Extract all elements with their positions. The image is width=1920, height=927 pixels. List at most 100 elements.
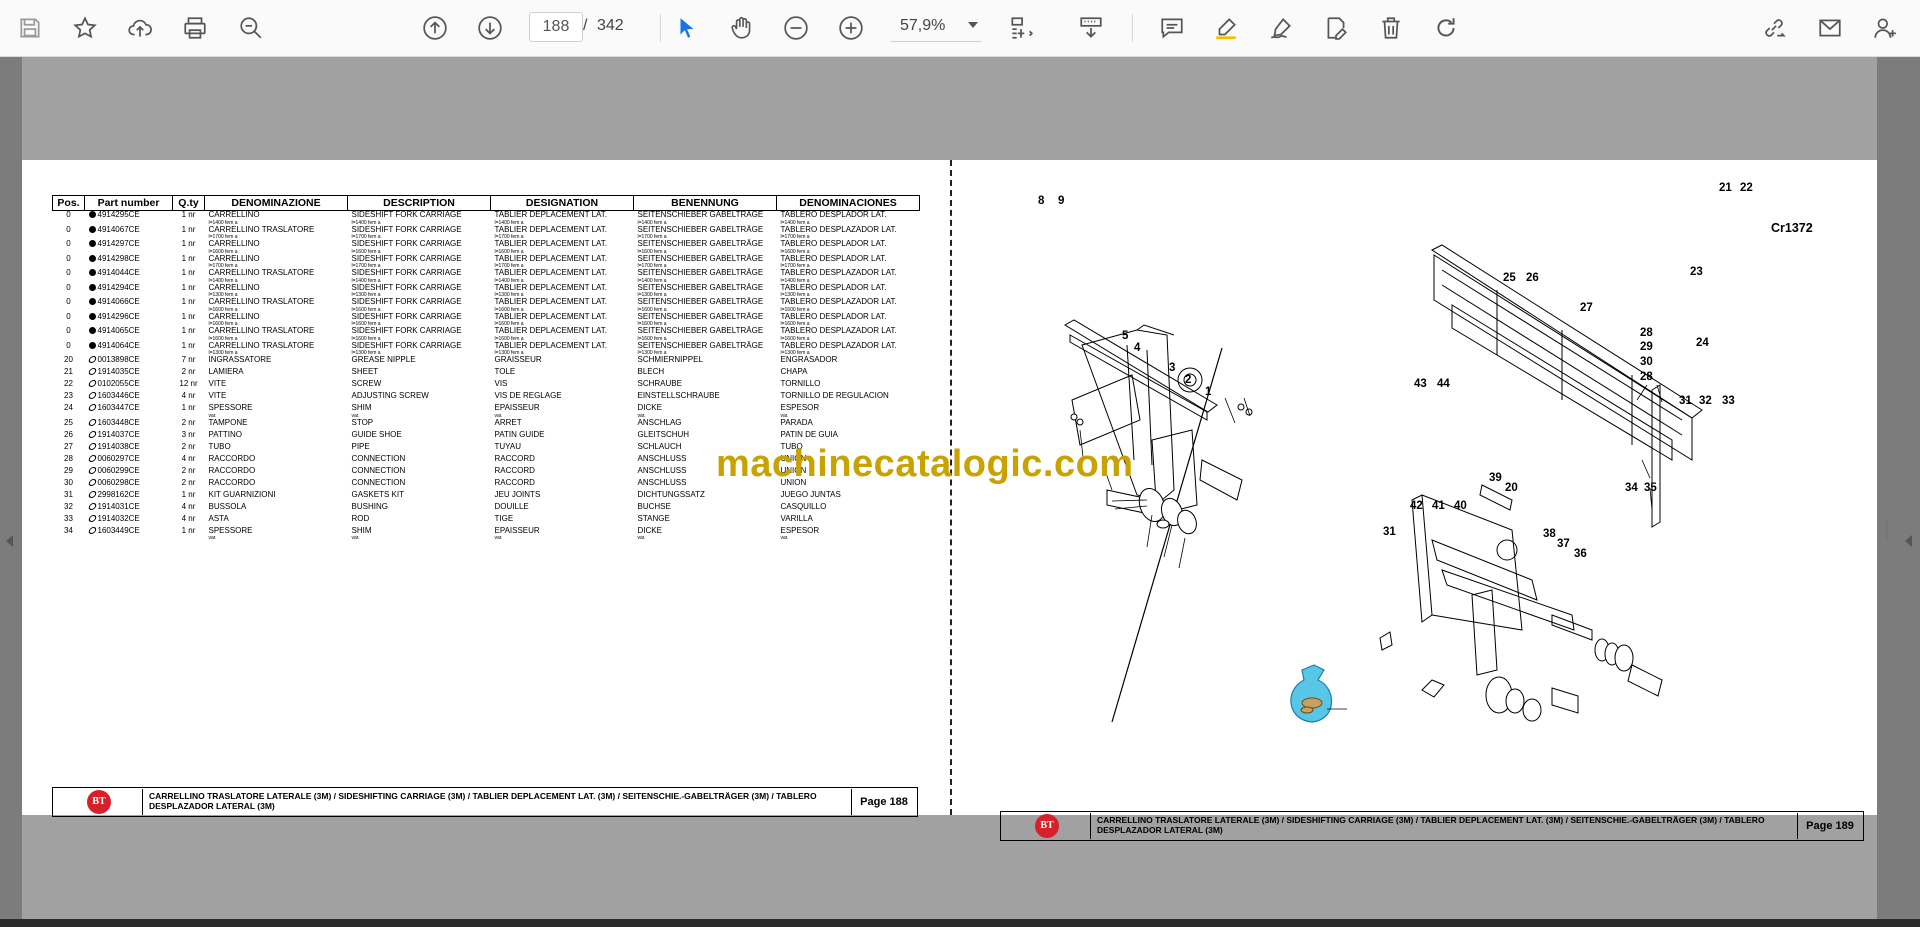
zoom-value: 57,9% — [900, 17, 946, 34]
part-number-cell: 4914044CE — [85, 268, 173, 278]
comment-icon[interactable] — [1154, 10, 1190, 46]
callout-1: 1 — [1205, 386, 1212, 398]
toolbar-separator — [660, 14, 661, 42]
page-number-input[interactable] — [529, 12, 583, 42]
cell-it: RACCORDO — [208, 465, 256, 475]
cell-pos: 0 — [66, 326, 71, 335]
cell-qty: 1 nr — [181, 239, 196, 248]
cell-de: DICHTUNGSSATZ — [637, 489, 705, 499]
cell-de: SEITENSCHIEBER GABELTRÄGE — [637, 311, 764, 321]
table-row: 25 1603448CE 2 nr TAMPONE STOP ARRET ANSCHLAG P… — [53, 417, 920, 431]
cell-es: CASQUILLO — [780, 501, 827, 511]
scrollbar-thumb[interactable] — [1886, 520, 1888, 540]
cell-fr: TUYAU — [494, 441, 522, 451]
cell-en: PIPE — [351, 441, 370, 451]
zoom-dropdown[interactable]: 57,9% — [890, 12, 982, 42]
assembly-bullet-icon — [88, 269, 96, 276]
assembly-bullet-icon — [88, 225, 96, 233]
cell-pos: 28 — [64, 453, 73, 463]
column-header: DENOMINAZIONE — [204, 195, 348, 211]
part-number-cell: 4914296CE — [85, 312, 173, 322]
cell-fr: TABLIER DEPLACEMENT LAT. — [494, 282, 607, 292]
cell-it: RACCORDO — [208, 453, 256, 463]
cell-de: SEITENSCHIEBER GABELTRÄGE — [637, 253, 764, 263]
callout-40: 40 — [1454, 500, 1467, 512]
row-note: var. — [637, 535, 646, 541]
callout-42: 42 — [1410, 500, 1423, 512]
table-row: 34 1603449CE 1 nr SPESSORE SHIM EPAISSEUR DICK… — [53, 525, 920, 536]
email-icon[interactable] — [1812, 10, 1848, 46]
cell-it: SPESSORE — [208, 403, 253, 412]
logo-mark: BT — [87, 790, 111, 814]
scroll-mode-icon[interactable] — [1073, 10, 1109, 46]
cell-es: TABLERO DESPLADOR LAT. — [780, 282, 887, 292]
empty-cell — [53, 535, 85, 541]
cell-de: DICKE — [637, 525, 662, 535]
zoom-in-icon[interactable] — [833, 10, 869, 46]
row-note: var. — [351, 535, 360, 541]
column-header: DENOMINACIONES — [776, 195, 920, 211]
cell-es: PARADA — [780, 417, 813, 427]
callout-31: 31 — [1679, 395, 1692, 407]
assembly-bullet-icon — [88, 327, 96, 334]
part-number: 1914038CE — [97, 441, 140, 451]
callout-43: 43 — [1414, 378, 1427, 390]
cell-qty: 3 nr — [181, 429, 196, 439]
cell-fr: EPAISSEUR — [494, 525, 540, 535]
fit-page-icon[interactable] — [1003, 10, 1039, 46]
cell-pos: 0 — [66, 297, 71, 306]
cell-pos: 25 — [64, 417, 73, 427]
cell-de: BUCHSE — [637, 501, 671, 511]
zoom-out-icon[interactable] — [778, 10, 814, 46]
cell-pos: 26 — [64, 429, 73, 439]
share-link-icon[interactable] — [1756, 10, 1792, 46]
cell-en: GUIDE SHOE — [351, 429, 402, 439]
cell-en: SIDESHIFT FORK CARRIAGE — [351, 311, 462, 321]
part-number: 4914295CE — [97, 210, 140, 219]
part-number: 0060298CE — [97, 477, 140, 487]
page-total: 342 — [597, 17, 624, 34]
zoom-search-icon[interactable] — [233, 10, 269, 46]
spare-part-icon — [87, 380, 97, 387]
previous-page-arrow-icon[interactable] — [6, 535, 13, 547]
print-icon[interactable] — [177, 10, 213, 46]
account-add-icon[interactable] — [1867, 10, 1903, 46]
part-number-cell: 4914067CE — [85, 224, 173, 235]
cell-es: TABLERO DESPLAZADOR LAT. — [780, 340, 897, 350]
save-icon[interactable] — [12, 10, 48, 46]
cell-fr: TABLIER DEPLACEMENT LAT. — [494, 326, 607, 335]
part-number: 1603449CE — [97, 525, 140, 535]
part-number: 4914067CE — [97, 224, 140, 234]
sign-pen-icon[interactable] — [1263, 10, 1299, 46]
spare-part-icon — [87, 442, 97, 450]
collapse-panel-arrow-icon[interactable] — [1905, 535, 1912, 547]
cell-es: JUEGO JUNTAS — [780, 489, 841, 499]
empty-cell — [85, 535, 173, 541]
cell-pos: 31 — [64, 489, 73, 499]
part-number: 4914044CE — [97, 268, 140, 277]
cell-es: PATIN DE GUIA — [780, 429, 839, 439]
edit-document-icon[interactable] — [1318, 10, 1354, 46]
column-header: BENENNUNG — [633, 195, 777, 211]
part-number-cell: 4914294CE — [85, 283, 173, 293]
cell-pos: 24 — [64, 403, 73, 412]
highlight-pen-icon[interactable] — [1208, 10, 1244, 46]
bookmark-star-icon[interactable] — [67, 10, 103, 46]
cursor-select-icon[interactable] — [669, 10, 705, 46]
assembly-bullet-icon — [88, 283, 96, 291]
arrow-up-circle-icon[interactable] — [417, 10, 453, 46]
cell-en: SIDESHIFT FORK CARRIAGE — [351, 239, 462, 248]
table-row: 32 1914031CE 4 nr BUSSOLA BUSHING DOUILLE BUCH… — [53, 501, 920, 515]
part-number-cell: 4914065CE — [85, 326, 173, 336]
document-viewer[interactable]: Pos. Part number Q.ty DENOMINAZIONE DESCRIPT… — [0, 57, 1920, 919]
cell-es: TABLERO DESPLADOR LAT. — [780, 210, 887, 219]
hand-pan-icon[interactable] — [724, 10, 760, 46]
upload-cloud-icon[interactable] — [122, 10, 158, 46]
part-number: 4914297CE — [97, 239, 140, 248]
redo-icon[interactable] — [1428, 10, 1464, 46]
callout-23: 23 — [1690, 266, 1703, 278]
trash-icon[interactable] — [1373, 10, 1409, 46]
callout-35: 35 — [1644, 482, 1657, 494]
arrow-down-circle-icon[interactable] — [472, 10, 508, 46]
footer-title-right: CARRELLINO TRASLATORE LATERALE (3M) / SI… — [1097, 815, 1765, 835]
